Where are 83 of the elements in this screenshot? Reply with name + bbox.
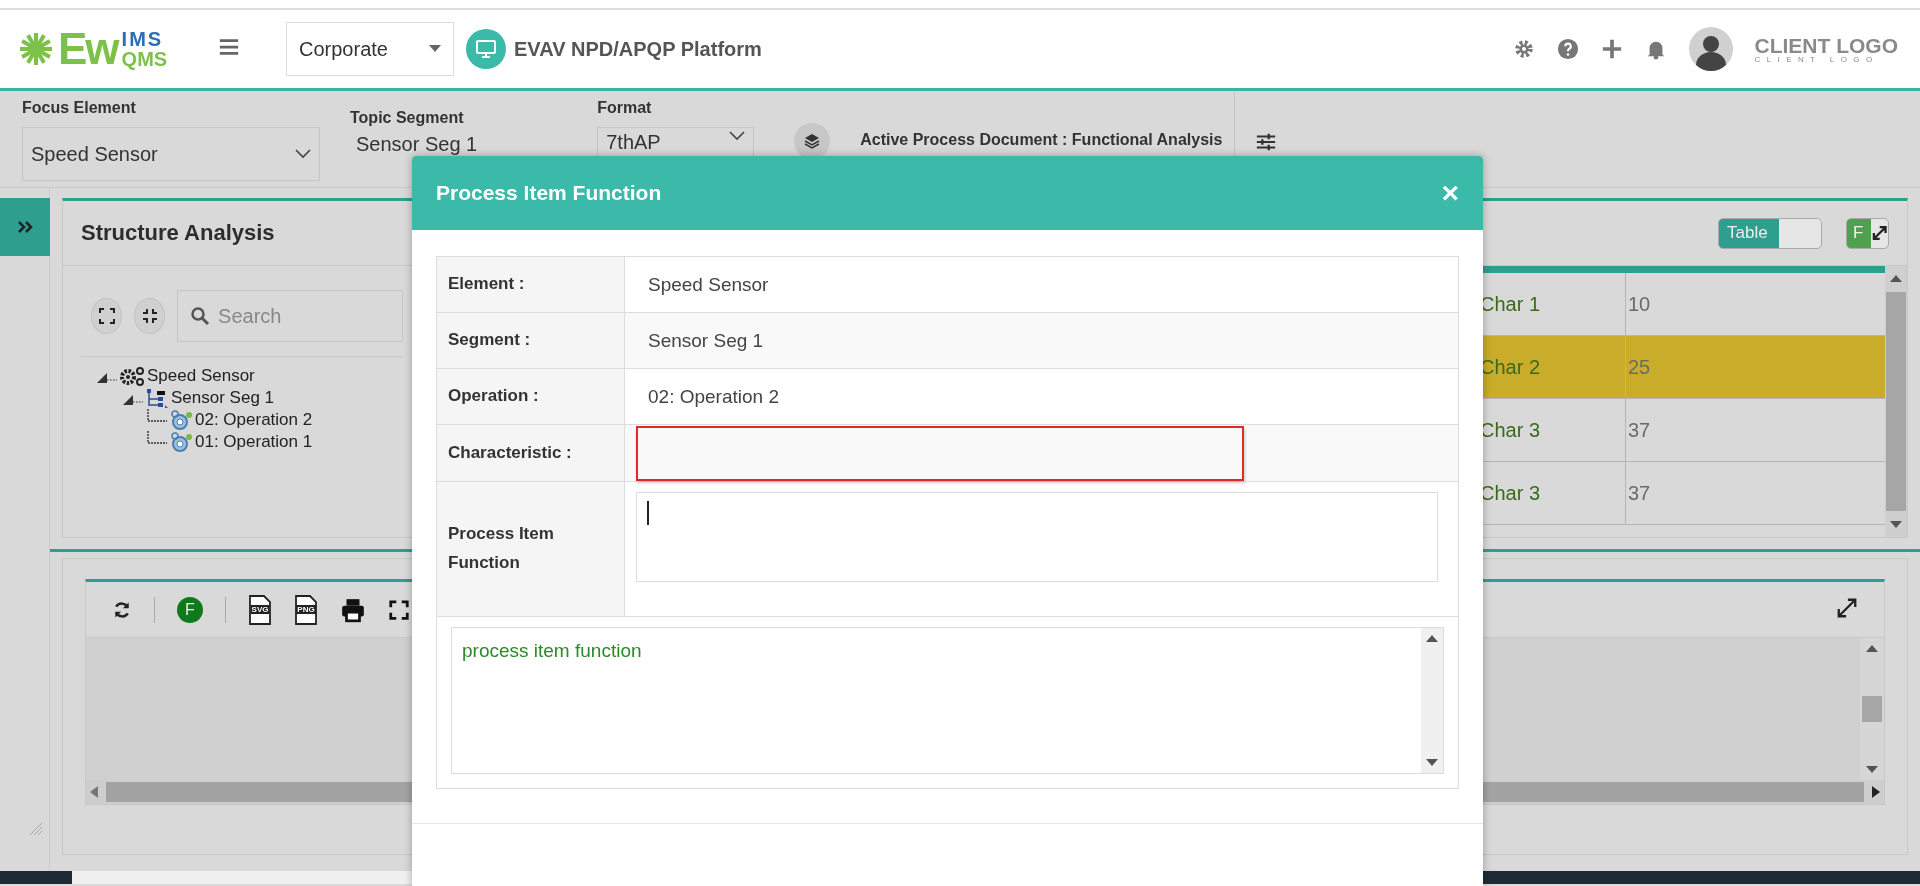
suggestion-item[interactable]: process item function — [462, 640, 1411, 662]
active-document-label: Active Process Document : Functional Analysis — [860, 131, 1223, 149]
organization-select[interactable]: Corporate — [286, 22, 454, 76]
scroll-thumb[interactable] — [1862, 696, 1882, 722]
file-export-icon[interactable]: SVG — [248, 594, 272, 625]
scroll-up-icon[interactable] — [1426, 634, 1438, 642]
layers-icon[interactable] — [794, 123, 831, 159]
sliders-icon[interactable] — [1255, 131, 1278, 153]
filter-select[interactable]: Speed Sensor — [22, 127, 320, 181]
logo-text: QMS — [121, 49, 168, 69]
scroll-left-icon[interactable] — [90, 786, 98, 798]
settings-icon[interactable] — [1512, 38, 1535, 60]
filter-label: Focus Element — [22, 99, 137, 118]
f-button[interactable]: F — [177, 596, 203, 623]
field-label: Operation : — [448, 385, 539, 408]
tree-connector-icon — [147, 431, 167, 444]
double-chevron-icon — [17, 220, 33, 234]
field-label: Characteristic : — [448, 441, 572, 464]
avatar-icon[interactable] — [1688, 27, 1733, 71]
f-toggle-button[interactable]: F — [1846, 217, 1889, 249]
close-button[interactable]: × — [1441, 178, 1459, 208]
field-label: Segment : — [448, 329, 531, 352]
gears-icon — [169, 409, 193, 431]
view-toggle[interactable]: Table — [1718, 217, 1822, 249]
file-export-icon[interactable]: PNG — [294, 594, 318, 625]
expand-icon — [1870, 224, 1888, 242]
chevron-down-icon — [295, 149, 311, 159]
expand-icon[interactable] — [1836, 596, 1858, 619]
scroll-down-icon[interactable] — [1890, 521, 1902, 529]
tree-node-label[interactable]: 02: Operation 2 — [195, 410, 313, 430]
table-cell: 37 — [1628, 481, 1651, 505]
monitor-icon — [466, 29, 506, 69]
dialog-title: Process Item Function — [436, 181, 662, 205]
logo-star-icon — [18, 31, 54, 67]
caret-icon — [429, 45, 441, 53]
scroll-down-icon[interactable] — [1426, 759, 1438, 767]
filter-value: Sensor Seg 1 — [355, 133, 478, 156]
characteristic-select[interactable] — [636, 425, 1244, 481]
table-cell: 10 — [1628, 292, 1651, 316]
print-icon[interactable] — [340, 596, 366, 623]
logo-text: IMS — [121, 29, 165, 49]
collapse-all-button[interactable] — [134, 298, 166, 334]
scroll-up-icon[interactable] — [1866, 644, 1878, 652]
scroll-right-icon[interactable] — [1872, 786, 1880, 798]
fullscreen-icon[interactable] — [388, 598, 410, 621]
table-cell: 25 — [1628, 355, 1651, 379]
menu-icon[interactable] — [218, 36, 240, 58]
tree-node-label[interactable]: 01: Operation 1 — [195, 432, 313, 452]
platform-title: EVAV NPD/APQP Platform — [514, 37, 762, 61]
table-cell: 37 — [1628, 418, 1651, 442]
scrollbar[interactable] — [1860, 638, 1884, 780]
add-icon[interactable] — [1600, 38, 1623, 60]
tree-node-label[interactable]: Sensor Seg 1 — [171, 388, 274, 408]
panel-title: Structure Analysis — [81, 220, 275, 246]
scroll-up-icon[interactable] — [1890, 274, 1902, 282]
client-logo-text: CLIENT LOGO — [1754, 55, 1879, 64]
gears-icon — [119, 365, 145, 387]
expand-sidebar-button[interactable] — [0, 198, 50, 256]
gears-icon — [169, 431, 193, 453]
client-logo-text: CLIENT LOGO — [1754, 34, 1898, 56]
help-icon[interactable] — [1556, 38, 1579, 60]
tree-connector-icon — [147, 409, 167, 422]
expand-all-button[interactable] — [91, 298, 123, 334]
logo-text: Ew — [58, 24, 118, 74]
search-field[interactable]: Search — [177, 290, 403, 342]
expand-icon — [98, 308, 115, 324]
refresh-icon[interactable] — [112, 599, 132, 620]
search-icon — [190, 306, 211, 326]
filter-label: Format — [597, 99, 653, 118]
scroll-thumb[interactable] — [1886, 292, 1906, 511]
tree-node-label[interactable]: Speed Sensor — [147, 366, 255, 386]
field-label: Process Item Function — [448, 523, 555, 574]
field-value: Sensor Seg 1 — [648, 329, 764, 352]
hierarchy-icon — [145, 387, 169, 409]
field-label: Element : — [448, 273, 525, 296]
resize-handle-icon[interactable] — [30, 823, 42, 835]
scroll-down-icon[interactable] — [1866, 766, 1878, 774]
scrollbar[interactable] — [1885, 266, 1907, 537]
filter-label: Topic Segment — [350, 109, 465, 128]
field-value: Speed Sensor — [648, 273, 769, 296]
chevron-down-icon — [729, 131, 746, 141]
collapse-icon — [141, 308, 158, 324]
field-value: 02: Operation 2 — [648, 385, 779, 408]
